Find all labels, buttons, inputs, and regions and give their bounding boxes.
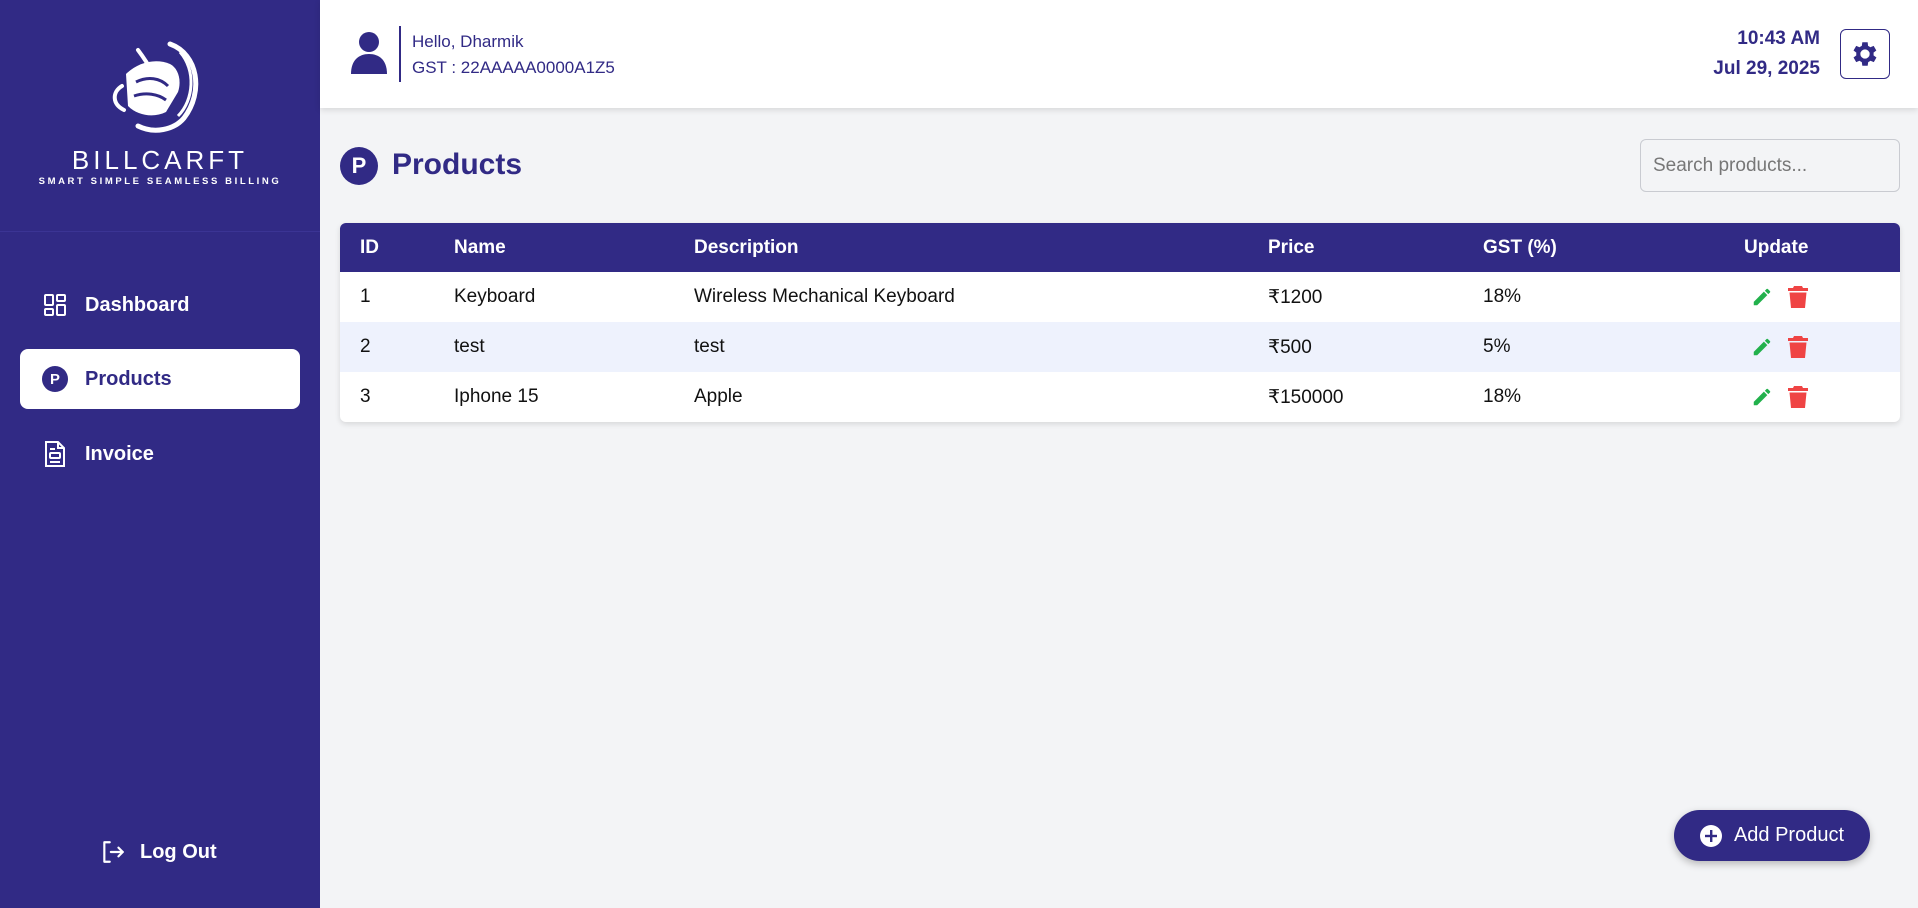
page-title: Products: [392, 148, 523, 181]
sidebar-item-invoice[interactable]: Invoice: [20, 424, 300, 484]
user-greeting: Hello, Dharmik: [412, 32, 524, 51]
table-header-row: ID Name Description Price GST (%) Update: [340, 223, 1900, 272]
current-time: 10:43 AM: [1737, 28, 1820, 49]
svg-text:P: P: [50, 372, 60, 388]
logout-button[interactable]: Log Out: [100, 835, 217, 869]
search-input[interactable]: [1640, 139, 1900, 192]
page-title-icon: P: [340, 147, 378, 185]
cell-id: 2: [360, 336, 371, 357]
cell-id: 1: [360, 286, 371, 307]
products-table: ID Name Description Price GST (%) Update…: [340, 223, 1900, 422]
cell-description: Wireless Mechanical Keyboard: [694, 286, 955, 307]
sidebar-item-label: Dashboard: [85, 294, 190, 316]
cell-price: ₹500: [1268, 336, 1312, 358]
logout-label: Log Out: [140, 840, 217, 863]
brand-tagline: SMART SIMPLE SEAMLESS BILLING: [38, 176, 282, 187]
cell-actions: [1744, 372, 1900, 422]
plus-circle-icon: [1699, 824, 1722, 847]
cell-name: Iphone 15: [454, 386, 539, 407]
dashboard-icon: [42, 292, 68, 318]
cell-gst: 5%: [1483, 336, 1511, 357]
column-header-name: Name: [454, 236, 506, 258]
cell-name: test: [454, 336, 485, 357]
logout-icon: [103, 841, 124, 863]
current-date: Jul 29, 2025: [1713, 58, 1820, 79]
gst-number: GST : 22AAAAA0000A1Z5: [412, 58, 615, 77]
sidebar: BILLCARFT SMART SIMPLE SEAMLESS BILLING …: [0, 0, 320, 908]
add-product-button[interactable]: Add Product: [1674, 810, 1870, 861]
sidebar-item-products[interactable]: P Products: [20, 349, 300, 409]
cell-actions: [1744, 272, 1900, 322]
delete-trash-icon[interactable]: [1786, 285, 1810, 309]
sidebar-item-label: Products: [85, 368, 172, 390]
table-row: 2 test test ₹500 5%: [340, 322, 1900, 372]
cell-price: ₹1200: [1268, 286, 1323, 308]
table-row: 3 Iphone 15 Apple ₹150000 18%: [340, 372, 1900, 422]
brand-logo: BILLCARFT SMART SIMPLE SEAMLESS BILLING: [0, 0, 320, 232]
cell-description: Apple: [694, 386, 743, 407]
settings-button[interactable]: [1840, 29, 1890, 79]
edit-pencil-icon[interactable]: [1750, 335, 1774, 359]
cell-actions: [1744, 322, 1900, 372]
cell-price: ₹150000: [1268, 386, 1344, 408]
delete-trash-icon[interactable]: [1786, 385, 1810, 409]
brand-name: BILLCARFT: [71, 145, 249, 175]
column-header-id: ID: [360, 236, 379, 258]
cell-gst: 18%: [1483, 286, 1522, 307]
edit-pencil-icon[interactable]: [1750, 385, 1774, 409]
table-row: 1 Keyboard Wireless Mechanical Keyboard …: [340, 272, 1900, 322]
delete-trash-icon[interactable]: [1786, 335, 1810, 359]
add-product-label: Add Product: [1733, 824, 1845, 846]
top-header: Hello, Dharmik GST : 22AAAAA0000A1Z5 10:…: [320, 0, 1918, 108]
column-header-update: Update: [1744, 236, 1809, 258]
cell-description: test: [694, 336, 725, 357]
cell-gst: 18%: [1483, 386, 1522, 407]
column-header-description: Description: [694, 236, 799, 258]
cell-name: Keyboard: [454, 286, 536, 307]
user-icon: [351, 32, 387, 74]
sidebar-item-dashboard[interactable]: Dashboard: [20, 275, 300, 335]
column-header-price: Price: [1268, 236, 1315, 258]
logo-icon: [112, 41, 199, 133]
user-divider: [399, 26, 401, 82]
invoice-icon: [42, 441, 68, 467]
gear-icon: [1853, 42, 1877, 66]
sidebar-item-label: Invoice: [85, 443, 154, 465]
column-header-gst: GST (%): [1483, 236, 1557, 258]
cell-id: 3: [360, 386, 371, 407]
edit-pencil-icon[interactable]: [1750, 285, 1774, 309]
products-p-icon: P: [42, 366, 68, 392]
